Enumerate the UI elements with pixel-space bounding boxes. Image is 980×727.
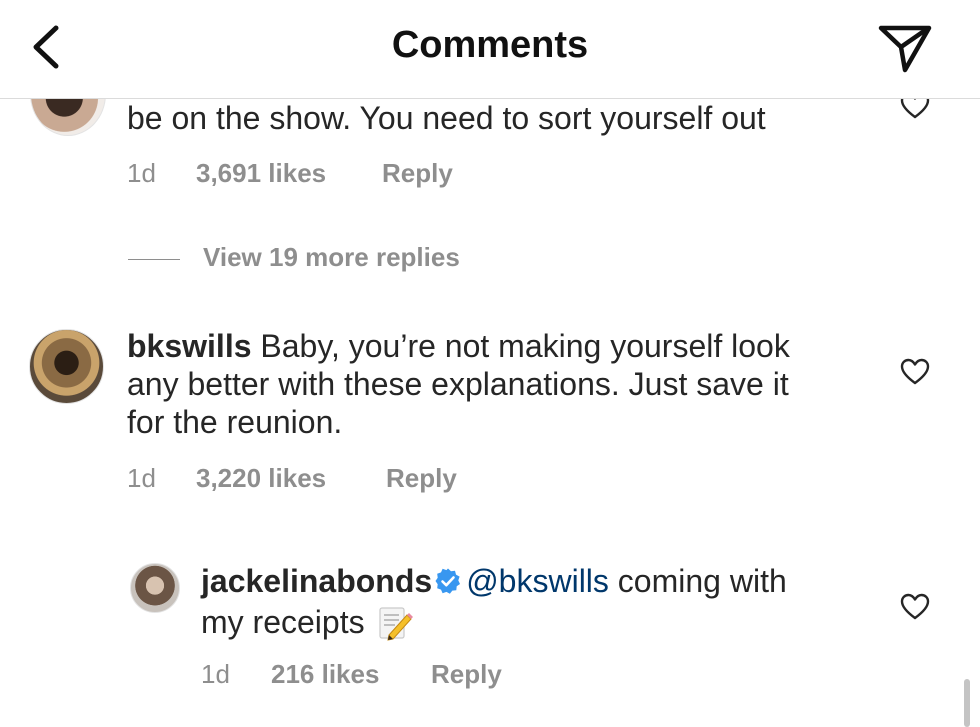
reply-body-line2: my receipts	[201, 604, 365, 640]
comment-text: be on the show. You need to sort yoursel…	[127, 99, 766, 137]
avatar[interactable]	[130, 563, 180, 613]
view-replies-label: View 19 more replies	[203, 242, 460, 272]
reply-meta: 1d 216 likes Reply	[201, 659, 521, 691]
reply-text: jackelinabonds @bkswills coming with my …	[201, 562, 881, 649]
likes-count[interactable]: 3,220 likes	[196, 463, 326, 494]
page-title: Comments	[391, 24, 589, 66]
reply-time: 1d	[201, 659, 230, 689]
heart-icon	[900, 358, 930, 385]
comment-text: bkswills Baby, you’re not making yoursel…	[127, 327, 887, 441]
reply-body-line1: coming with	[617, 563, 787, 599]
comment-meta: 1d 3,220 likes Reply	[127, 463, 487, 495]
header-bar: Comments	[0, 0, 980, 99]
comment-username[interactable]: bkswills	[127, 328, 252, 364]
scrollbar[interactable]	[964, 679, 970, 727]
likes-count[interactable]: 3,691 likes	[196, 158, 326, 189]
comment-time: 1d	[127, 463, 156, 493]
comment-body-line1: Baby, you’re not making yourself look	[260, 328, 790, 364]
comment-body: be on the show. You need to sort yoursel…	[127, 100, 766, 136]
likes-count[interactable]: 216 likes	[271, 659, 379, 690]
reply-button[interactable]: Reply	[382, 158, 453, 189]
memo-pencil-emoji	[377, 605, 413, 649]
like-button[interactable]	[900, 358, 930, 386]
comment-meta: 1d 3,691 likes Reply	[127, 158, 487, 190]
verified-badge-icon	[434, 565, 462, 603]
comment-body-line3: for the reunion.	[127, 404, 343, 440]
mention-link[interactable]: @bkswills	[466, 563, 609, 599]
comment-time: 1d	[127, 158, 156, 188]
reply-button[interactable]: Reply	[386, 463, 457, 494]
heart-icon	[900, 593, 930, 620]
like-button[interactable]	[900, 593, 930, 621]
reply-username[interactable]: jackelinabonds	[201, 563, 432, 599]
replies-divider-line	[128, 259, 180, 260]
send-button[interactable]	[876, 20, 934, 74]
reply-button[interactable]: Reply	[431, 659, 502, 690]
avatar[interactable]	[29, 329, 104, 404]
comment-body-line2: any better with these explanations. Just…	[127, 366, 789, 402]
send-icon	[878, 25, 932, 73]
